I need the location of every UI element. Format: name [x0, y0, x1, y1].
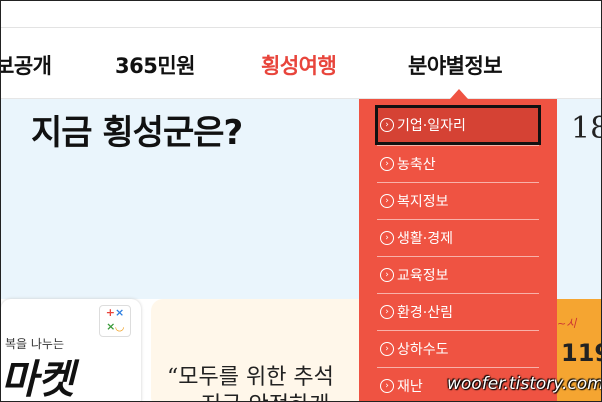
- chevron-circle-icon: ›: [380, 342, 394, 356]
- nav-item-civil-service[interactable]: 365민원: [115, 50, 195, 80]
- market-card[interactable]: +× ×◡ 복을 나누는 마켓: [1, 299, 141, 402]
- menu-item-welfare[interactable]: › 복지정보: [377, 183, 539, 219]
- hero-title: 지금 횡성군은?: [31, 113, 243, 153]
- menu-item-business-jobs[interactable]: › 기업·일자리: [375, 105, 541, 145]
- hero-number: 18: [571, 111, 601, 146]
- nav-item-open-info[interactable]: 보공개: [1, 50, 52, 80]
- menu-item-label: 기업·일자리: [397, 118, 466, 134]
- emergency-card-small-text: ~시: [557, 317, 577, 330]
- calculator-icon: +× ×◡: [99, 305, 131, 337]
- chevron-circle-icon: ›: [380, 231, 394, 245]
- menu-item-label: 환경·산림: [397, 305, 453, 321]
- menu-item-label: 교육정보: [397, 268, 449, 284]
- chevron-circle-icon: ›: [380, 268, 394, 282]
- browser-viewport: 보공개 365민원 횡성여행 분야별정보 지금 횡성군은? 18 +× ×◡ 복…: [0, 0, 602, 402]
- chevron-circle-icon: ›: [380, 118, 394, 132]
- chevron-circle-icon: ›: [380, 305, 394, 319]
- menu-item-water-sewage[interactable]: › 상하수도: [377, 331, 539, 367]
- main-nav: 보공개 365민원 횡성여행 분야별정보: [1, 28, 601, 98]
- menu-item-education[interactable]: › 교육정보: [377, 257, 539, 293]
- chevron-circle-icon: ›: [380, 157, 394, 171]
- menu-item-label: 상하수도: [397, 342, 449, 358]
- watermark: woofer.tistory.com: [447, 374, 602, 394]
- menu-item-label: 재난: [397, 379, 423, 395]
- market-card-title: 마켓: [1, 357, 75, 402]
- emergency-card-number: 119: [561, 339, 601, 367]
- nav-item-field-info[interactable]: 분야별정보: [408, 50, 503, 80]
- menu-item-label: 생활·경제: [397, 231, 453, 247]
- menu-item-label: 농축산: [397, 157, 436, 173]
- nav-item-travel[interactable]: 횡성여행: [261, 50, 337, 80]
- menu-item-environment-forest[interactable]: › 환경·산림: [377, 294, 539, 330]
- chevron-circle-icon: ›: [380, 379, 394, 393]
- menu-item-label: 복지정보: [397, 194, 449, 210]
- menu-item-agriculture[interactable]: › 농축산: [377, 146, 539, 182]
- chuseok-card-line2: 지금 안전하게: [201, 387, 329, 401]
- chevron-circle-icon: ›: [380, 194, 394, 208]
- chuseok-card[interactable]: “모두를 위한 추석 지금 안전하게: [151, 299, 371, 401]
- dropdown-pointer: [450, 89, 468, 99]
- menu-item-life-economy[interactable]: › 생활·경제: [377, 220, 539, 256]
